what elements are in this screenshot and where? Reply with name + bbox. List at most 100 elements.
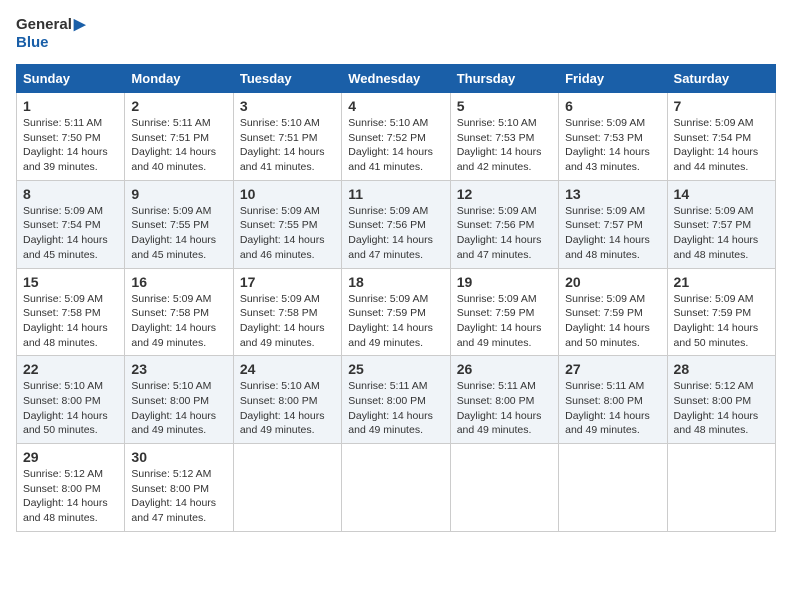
day-info: Sunrise: 5:09 AMSunset: 7:59 PMDaylight:… <box>348 292 443 351</box>
day-number: 13 <box>565 186 660 202</box>
day-info: Sunrise: 5:09 AMSunset: 7:54 PMDaylight:… <box>23 204 118 263</box>
logo-wordmark: General▶ Blue <box>16 16 85 52</box>
day-number: 23 <box>131 361 226 377</box>
calendar-day-cell: 7 Sunrise: 5:09 AMSunset: 7:54 PMDaylight… <box>667 93 775 181</box>
day-info: Sunrise: 5:09 AMSunset: 7:59 PMDaylight:… <box>565 292 660 351</box>
day-number: 21 <box>674 274 769 290</box>
day-info: Sunrise: 5:11 AMSunset: 7:50 PMDaylight:… <box>23 116 118 175</box>
day-info: Sunrise: 5:09 AMSunset: 7:54 PMDaylight:… <box>674 116 769 175</box>
day-info: Sunrise: 5:09 AMSunset: 7:53 PMDaylight:… <box>565 116 660 175</box>
day-info: Sunrise: 5:09 AMSunset: 7:57 PMDaylight:… <box>674 204 769 263</box>
day-number: 22 <box>23 361 118 377</box>
day-number: 18 <box>348 274 443 290</box>
calendar-day-cell: 15Sunrise: 5:09 AMSunset: 7:58 PMDayligh… <box>17 268 125 356</box>
day-number: 4 <box>348 98 443 114</box>
day-number: 2 <box>131 98 226 114</box>
calendar-day-cell: 5Sunrise: 5:10 AMSunset: 7:53 PMDaylight… <box>450 93 558 181</box>
calendar-day-cell: 23 Sunrise: 5:10 AMSunset: 8:00 PMDayligh… <box>125 356 233 444</box>
day-info: Sunrise: 5:11 AMSunset: 7:51 PMDaylight:… <box>131 116 226 175</box>
calendar-day-cell: 2 Sunrise: 5:11 AMSunset: 7:51 PMDaylight… <box>125 93 233 181</box>
day-number: 7 <box>674 98 769 114</box>
calendar-header: SundayMondayTuesdayWednesdayThursdayFrid… <box>17 65 776 93</box>
calendar-day-cell <box>342 444 450 532</box>
calendar-week-row: 15 Sunrise: 5:09 AMSunset: 7:58 PMDayligh… <box>17 268 776 356</box>
calendar-day-cell: 12Sunrise: 5:09 AMSunset: 7:56 PMDayligh… <box>450 180 558 268</box>
day-info: Sunrise: 5:10 AMSunset: 7:52 PMDaylight:… <box>348 116 443 175</box>
calendar-day-cell: 21 Sunrise: 5:09 AMSunset: 7:59 PMDayligh… <box>667 268 775 356</box>
day-number: 17 <box>240 274 335 290</box>
calendar-day-cell: 18 Sunrise: 5:09 AMSunset: 7:59 PMDayligh… <box>342 268 450 356</box>
calendar-week-row: 29 Sunrise: 5:12 AMSunset: 8:00 PMDayligh… <box>17 444 776 532</box>
day-of-week-header: Thursday <box>450 65 558 93</box>
calendar-day-cell: 22Sunrise: 5:10 AMSunset: 8:00 PMDayligh… <box>17 356 125 444</box>
day-number: 29 <box>23 449 118 465</box>
day-number: 6 <box>565 98 660 114</box>
calendar-day-cell: 20 Sunrise: 5:09 AMSunset: 7:59 PMDayligh… <box>559 268 667 356</box>
calendar-day-cell: 17 Sunrise: 5:09 AMSunset: 7:58 PMDayligh… <box>233 268 341 356</box>
day-of-week-header: Friday <box>559 65 667 93</box>
day-number: 3 <box>240 98 335 114</box>
day-info: Sunrise: 5:09 AMSunset: 7:57 PMDaylight:… <box>565 204 660 263</box>
calendar-day-cell: 14Sunrise: 5:09 AMSunset: 7:57 PMDayligh… <box>667 180 775 268</box>
day-info: Sunrise: 5:09 AMSunset: 7:56 PMDaylight:… <box>348 204 443 263</box>
day-info: Sunrise: 5:11 AMSunset: 8:00 PMDaylight:… <box>457 379 552 438</box>
calendar-week-row: 22 Sunrise: 5:10 AMSunset: 8:00 PMDayligh… <box>17 356 776 444</box>
calendar-day-cell <box>450 444 558 532</box>
day-info: Sunrise: 5:11 AMSunset: 8:00 PMDaylight:… <box>565 379 660 438</box>
day-number: 25 <box>348 361 443 377</box>
calendar-body: 1 Sunrise: 5:11 AMSunset: 7:50 PMDaylight… <box>17 93 776 532</box>
calendar-day-cell: 11 Sunrise: 5:09 AMSunset: 7:56 PMDayligh… <box>342 180 450 268</box>
day-number: 19 <box>457 274 552 290</box>
calendar-day-cell: 6 Sunrise: 5:09 AMSunset: 7:53 PMDaylight… <box>559 93 667 181</box>
day-number: 11 <box>348 186 443 202</box>
day-info: Sunrise: 5:10 AMSunset: 7:51 PMDaylight:… <box>240 116 335 175</box>
day-number: 24 <box>240 361 335 377</box>
day-info: Sunrise: 5:12 AMSunset: 8:00 PMDaylight:… <box>23 467 118 526</box>
calendar-day-cell <box>667 444 775 532</box>
day-of-week-header: Tuesday <box>233 65 341 93</box>
calendar-day-cell: 30Sunrise: 5:12 AMSunset: 8:00 PMDayligh… <box>125 444 233 532</box>
logo: General▶ Blue <box>16 16 85 52</box>
day-number: 8 <box>23 186 118 202</box>
calendar-day-cell: 16Sunrise: 5:09 AMSunset: 7:58 PMDayligh… <box>125 268 233 356</box>
calendar-table: SundayMondayTuesdayWednesdayThursdayFrid… <box>16 64 776 532</box>
calendar-day-cell <box>559 444 667 532</box>
calendar-day-cell: 10 Sunrise: 5:09 AMSunset: 7:55 PMDayligh… <box>233 180 341 268</box>
page-header: General▶ Blue <box>16 16 776 52</box>
day-info: Sunrise: 5:09 AMSunset: 7:56 PMDaylight:… <box>457 204 552 263</box>
day-info: Sunrise: 5:10 AMSunset: 8:00 PMDaylight:… <box>240 379 335 438</box>
calendar-day-cell: 3 Sunrise: 5:10 AMSunset: 7:51 PMDaylight… <box>233 93 341 181</box>
calendar-day-cell: 19 Sunrise: 5:09 AMSunset: 7:59 PMDayligh… <box>450 268 558 356</box>
calendar-day-cell: 24 Sunrise: 5:10 AMSunset: 8:00 PMDayligh… <box>233 356 341 444</box>
day-info: Sunrise: 5:10 AMSunset: 7:53 PMDaylight:… <box>457 116 552 175</box>
day-number: 10 <box>240 186 335 202</box>
day-of-week-header: Monday <box>125 65 233 93</box>
calendar-day-cell: 27 Sunrise: 5:11 AMSunset: 8:00 PMDayligh… <box>559 356 667 444</box>
calendar-day-cell: 1 Sunrise: 5:11 AMSunset: 7:50 PMDaylight… <box>17 93 125 181</box>
day-info: Sunrise: 5:09 AMSunset: 7:59 PMDaylight:… <box>674 292 769 351</box>
calendar-week-row: 1 Sunrise: 5:11 AMSunset: 7:50 PMDaylight… <box>17 93 776 181</box>
calendar-day-cell: 29 Sunrise: 5:12 AMSunset: 8:00 PMDayligh… <box>17 444 125 532</box>
day-number: 15 <box>23 274 118 290</box>
day-info: Sunrise: 5:09 AMSunset: 7:55 PMDaylight:… <box>240 204 335 263</box>
day-info: Sunrise: 5:09 AMSunset: 7:58 PMDaylight:… <box>240 292 335 351</box>
day-number: 20 <box>565 274 660 290</box>
day-number: 1 <box>23 98 118 114</box>
day-number: 9 <box>131 186 226 202</box>
calendar-day-cell: 25 Sunrise: 5:11 AMSunset: 8:00 PMDayligh… <box>342 356 450 444</box>
calendar-day-cell: 28 Sunrise: 5:12 AMSunset: 8:00 PMDayligh… <box>667 356 775 444</box>
header-row: SundayMondayTuesdayWednesdayThursdayFrid… <box>17 65 776 93</box>
day-number: 30 <box>131 449 226 465</box>
day-info: Sunrise: 5:10 AMSunset: 8:00 PMDaylight:… <box>131 379 226 438</box>
day-info: Sunrise: 5:09 AMSunset: 7:59 PMDaylight:… <box>457 292 552 351</box>
day-of-week-header: Wednesday <box>342 65 450 93</box>
day-info: Sunrise: 5:09 AMSunset: 7:58 PMDaylight:… <box>131 292 226 351</box>
day-number: 27 <box>565 361 660 377</box>
day-number: 28 <box>674 361 769 377</box>
day-info: Sunrise: 5:09 AMSunset: 7:55 PMDaylight:… <box>131 204 226 263</box>
day-info: Sunrise: 5:12 AMSunset: 8:00 PMDaylight:… <box>674 379 769 438</box>
day-info: Sunrise: 5:11 AMSunset: 8:00 PMDaylight:… <box>348 379 443 438</box>
calendar-day-cell: 9 Sunrise: 5:09 AMSunset: 7:55 PMDaylight… <box>125 180 233 268</box>
calendar-week-row: 8 Sunrise: 5:09 AMSunset: 7:54 PMDaylight… <box>17 180 776 268</box>
calendar-day-cell: 26Sunrise: 5:11 AMSunset: 8:00 PMDayligh… <box>450 356 558 444</box>
